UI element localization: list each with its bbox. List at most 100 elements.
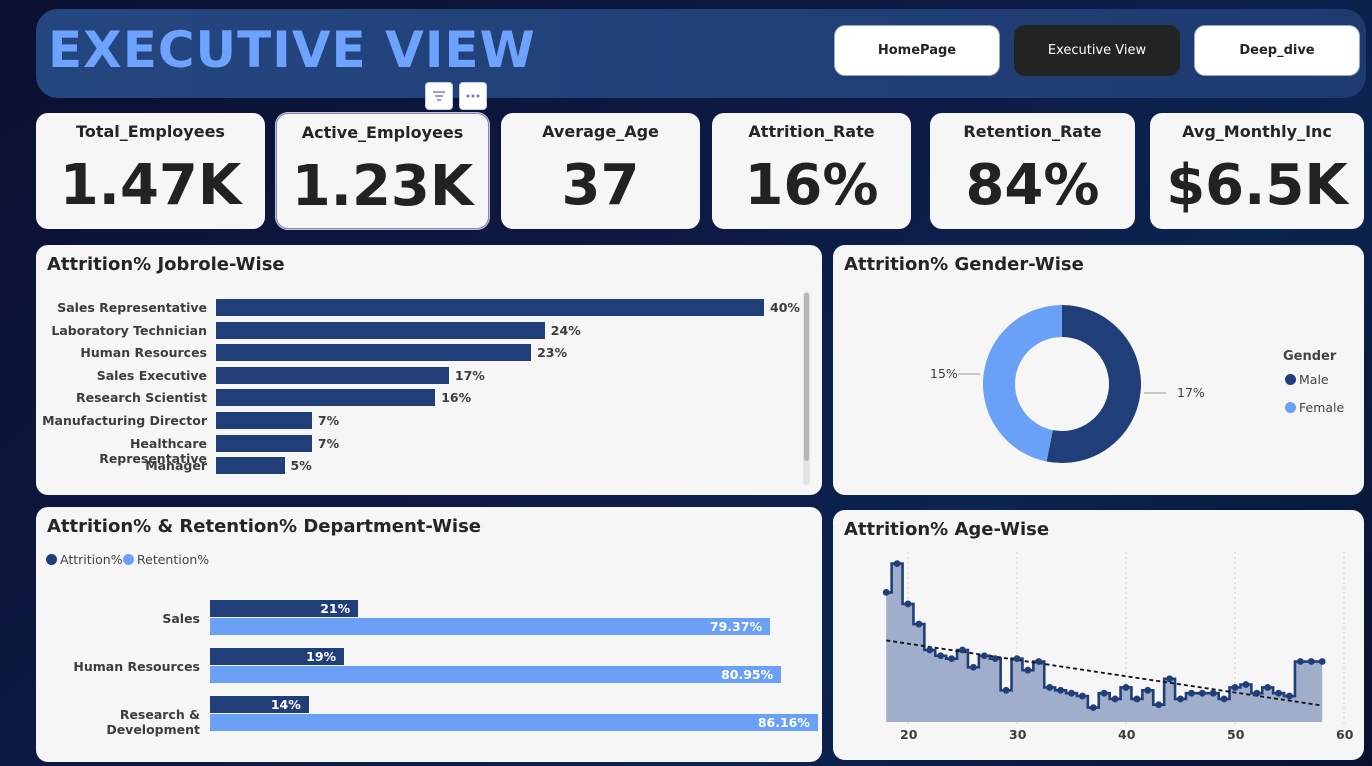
kpi-value: 37 xyxy=(561,153,640,218)
category-label: Human Resources xyxy=(80,345,207,361)
bar[interactable] xyxy=(216,434,312,452)
area-fill xyxy=(886,563,1323,722)
data-label: 21% xyxy=(320,601,351,616)
data-point[interactable] xyxy=(1177,695,1184,703)
data-point[interactable] xyxy=(1253,689,1261,697)
data-point[interactable] xyxy=(980,652,988,660)
kpi-value: 1.47K xyxy=(59,153,242,218)
bar[interactable] xyxy=(216,457,285,475)
legend-dot xyxy=(123,554,134,565)
panel-title: Attrition% Jobrole-Wise xyxy=(47,254,285,275)
data-point[interactable] xyxy=(1307,658,1315,665)
data-point[interactable] xyxy=(926,646,934,654)
data-point[interactable] xyxy=(904,600,912,608)
data-point[interactable] xyxy=(1089,704,1097,711)
slice-data-label: 17% xyxy=(1177,385,1205,400)
data-point[interactable] xyxy=(1002,686,1010,694)
kpi-card-retention-rate[interactable]: Retention_Rate 84% xyxy=(930,113,1135,229)
legend-item-retention[interactable]: Retention% xyxy=(123,552,209,567)
data-point[interactable] xyxy=(970,663,977,671)
more-options-icon[interactable] xyxy=(459,82,487,110)
data-point[interactable] xyxy=(1111,695,1119,703)
filter-icon[interactable] xyxy=(425,82,453,110)
age-chart-panel[interactable]: Attrition% Age-Wise 20 30 40 50 60 xyxy=(833,510,1364,760)
category-label: Sales Representative xyxy=(57,300,207,315)
header-banner: EXECUTIVE VIEW HomePage Executive View D… xyxy=(36,9,1366,98)
category-label: Manager xyxy=(145,458,207,474)
x-tick-label: 60 xyxy=(1336,727,1354,742)
data-point[interactable] xyxy=(937,652,945,660)
page-title: EXECUTIVE VIEW xyxy=(48,21,536,79)
kpi-card-average-age[interactable]: Average_Age 37 xyxy=(501,113,700,229)
jobrole-chart-panel[interactable]: Attrition% Jobrole-Wise Sales Representa… xyxy=(36,245,822,495)
data-point[interactable] xyxy=(1318,658,1326,665)
legend-label: Attrition% xyxy=(60,552,123,567)
data-label: 17% xyxy=(454,367,485,383)
gender-chart-panel[interactable]: Attrition% Gender-Wise 17% 15% Gender Mal… xyxy=(833,245,1364,495)
data-point[interactable] xyxy=(915,620,923,628)
data-label: 79.37% xyxy=(709,619,762,634)
age-step-area-chart xyxy=(882,552,1345,726)
data-point[interactable] xyxy=(1024,666,1032,674)
data-label: 24% xyxy=(550,322,581,338)
bar[interactable] xyxy=(216,321,545,339)
bar[interactable] xyxy=(216,299,764,316)
data-point[interactable] xyxy=(1035,658,1043,665)
category-label: Laboratory Technician xyxy=(51,322,207,338)
nav-executive-view-button[interactable]: Executive View xyxy=(1014,25,1180,76)
data-point[interactable] xyxy=(1155,701,1163,709)
legend-item-attrition[interactable]: Attrition% xyxy=(46,552,123,567)
data-point[interactable] xyxy=(1242,681,1250,688)
category-label: Research & Development xyxy=(106,707,200,737)
bar[interactable] xyxy=(216,389,436,407)
legend-item-female[interactable]: Female xyxy=(1285,400,1344,415)
scrollbar-thumb[interactable] xyxy=(804,293,809,461)
kpi-card-avg-monthly-income[interactable]: Avg_Monthly_Inc $6.5K xyxy=(1150,113,1364,229)
data-point[interactable] xyxy=(1100,689,1108,697)
bar[interactable] xyxy=(216,412,312,429)
data-point[interactable] xyxy=(1297,658,1304,665)
data-point[interactable] xyxy=(948,655,955,663)
data-point[interactable] xyxy=(1068,689,1075,697)
kpi-value: 84% xyxy=(965,153,1100,218)
kpi-label: Average_Age xyxy=(542,122,659,141)
bar[interactable] xyxy=(216,344,532,362)
nav-deep-dive-button[interactable]: Deep_dive xyxy=(1194,25,1360,76)
data-point[interactable] xyxy=(1264,684,1272,691)
data-point[interactable] xyxy=(1275,689,1282,697)
data-point[interactable] xyxy=(1144,686,1152,694)
data-point[interactable] xyxy=(1013,655,1021,663)
x-tick-label: 40 xyxy=(1118,727,1136,742)
data-label: 86.16% xyxy=(757,715,810,730)
bar[interactable] xyxy=(216,366,449,384)
data-point[interactable] xyxy=(882,589,890,596)
data-point[interactable] xyxy=(1209,689,1217,697)
category-label: Human Resources xyxy=(73,659,200,674)
data-point[interactable] xyxy=(1286,692,1293,700)
kpi-label: Total_Employees xyxy=(76,122,225,141)
data-point[interactable] xyxy=(1188,689,1195,697)
legend-dot xyxy=(1285,402,1296,413)
data-point[interactable] xyxy=(1057,686,1064,694)
kpi-card-attrition-rate[interactable]: Attrition_Rate 16% xyxy=(712,113,911,229)
slice-data-label: 15% xyxy=(930,366,958,381)
legend-item-male[interactable]: Male xyxy=(1285,372,1329,387)
kpi-card-active-employees[interactable]: Active_Employees 1.23K xyxy=(276,113,489,229)
data-point[interactable] xyxy=(1220,695,1228,703)
data-point[interactable] xyxy=(1046,684,1054,691)
data-point[interactable] xyxy=(1231,684,1239,691)
data-point[interactable] xyxy=(991,655,999,663)
data-point[interactable] xyxy=(893,560,901,567)
data-point[interactable] xyxy=(1166,675,1173,683)
nav-homepage-button[interactable]: HomePage xyxy=(834,25,1000,76)
data-point[interactable] xyxy=(1079,692,1086,700)
data-point[interactable] xyxy=(1122,684,1130,691)
donut-slice-female[interactable] xyxy=(983,305,1062,462)
data-point[interactable] xyxy=(959,646,966,654)
data-point[interactable] xyxy=(1133,695,1141,703)
department-chart-panel[interactable]: Attrition% & Retention% Department-Wise … xyxy=(36,507,822,762)
data-point[interactable] xyxy=(1198,689,1206,697)
kpi-card-total-employees[interactable]: Total_Employees 1.47K xyxy=(36,113,265,229)
panel-title: Attrition% & Retention% Department-Wise xyxy=(47,516,482,537)
data-label: 7% xyxy=(317,435,340,451)
